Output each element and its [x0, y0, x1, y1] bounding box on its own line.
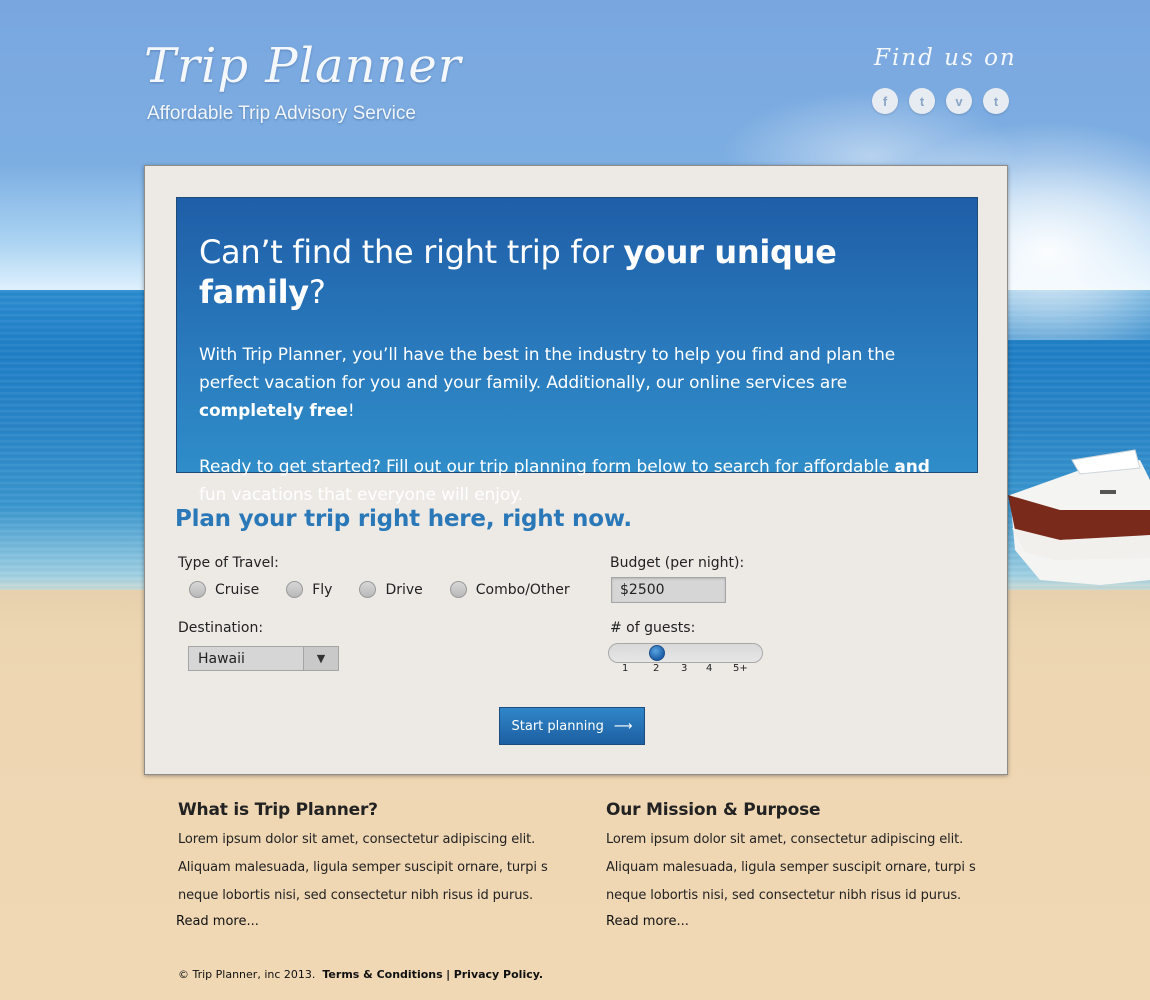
- mission-read-more-link[interactable]: Read more...: [606, 914, 689, 929]
- destination-label: Destination:: [178, 620, 264, 636]
- start-planning-label: Start planning: [511, 718, 604, 734]
- what-is-body: Lorem ipsum dolor sit amet, consectetur …: [178, 832, 548, 903]
- main-panel: Can’t find the right trip for your uniqu…: [144, 165, 1008, 775]
- travel-type-radio-group: Cruise Fly Drive Combo/Other: [189, 581, 597, 598]
- what-is-read-more-link[interactable]: Read more...: [176, 914, 259, 929]
- tumblr-icon[interactable]: t: [983, 88, 1009, 114]
- form-title: Plan your trip right here, right now.: [175, 506, 632, 532]
- radio-combo-other[interactable]: [449, 581, 467, 598]
- radio-drive[interactable]: [359, 581, 377, 598]
- mission-body: Lorem ipsum dolor sit amet, consectetur …: [606, 832, 976, 903]
- vimeo-icon[interactable]: v: [946, 88, 972, 114]
- slider-tick: 5+: [733, 663, 748, 674]
- social-links: f t v t: [872, 88, 1009, 114]
- radio-cruise[interactable]: [189, 581, 206, 598]
- destination-value: Hawaii: [198, 651, 245, 667]
- mission-title: Our Mission & Purpose: [606, 800, 821, 820]
- footer-separator: |: [446, 968, 451, 981]
- guests-slider[interactable]: [608, 643, 763, 663]
- radio-fly[interactable]: [286, 581, 304, 598]
- find-us-label: Find us on: [874, 45, 1017, 71]
- boat-illustration: [1008, 449, 1150, 585]
- brand-tagline: Affordable Trip Advisory Service: [147, 103, 416, 124]
- terms-link[interactable]: Terms & Conditions: [322, 968, 442, 981]
- guests-slider-ticks: 1 2 3 4 5+: [608, 663, 763, 677]
- footer: © Trip Planner, inc 2013. Terms & Condit…: [178, 968, 543, 981]
- twitter-icon[interactable]: t: [909, 88, 935, 114]
- destination-select[interactable]: Hawaii ▼: [188, 646, 339, 671]
- arrow-right-icon: ⟶: [613, 718, 633, 734]
- slider-handle[interactable]: [649, 645, 665, 661]
- slider-tick: 3: [681, 663, 688, 674]
- radio-label-cruise[interactable]: Cruise: [215, 582, 259, 598]
- budget-label: Budget (per night):: [610, 555, 745, 571]
- hero-banner: Can’t find the right trip for your uniqu…: [176, 197, 978, 505]
- hero-paragraph-cta: Ready to get started? Fill out our trip …: [199, 457, 930, 505]
- radio-label-drive[interactable]: Drive: [385, 582, 422, 598]
- privacy-link[interactable]: Privacy Policy.: [454, 968, 543, 981]
- budget-input[interactable]: $2500: [611, 577, 726, 603]
- copyright-text: © Trip Planner, inc 2013.: [178, 968, 316, 981]
- slider-tick: 2: [653, 663, 660, 674]
- brand-title[interactable]: Trip Planner: [144, 38, 462, 94]
- travel-type-label: Type of Travel:: [178, 555, 279, 571]
- hero-paragraph-intro: With Trip Planner, you’ll have the best …: [199, 345, 896, 421]
- radio-label-fly[interactable]: Fly: [312, 582, 332, 598]
- what-is-title: What is Trip Planner?: [178, 800, 378, 820]
- radio-label-combo-other[interactable]: Combo/Other: [476, 582, 570, 598]
- chevron-down-icon[interactable]: ▼: [303, 647, 338, 670]
- facebook-icon[interactable]: f: [872, 88, 898, 114]
- start-planning-button[interactable]: Start planning ⟶: [499, 707, 645, 745]
- guests-label: # of guests:: [610, 620, 696, 636]
- hero-headline: Can’t find the right trip for your uniqu…: [199, 233, 837, 311]
- slider-tick: 1: [622, 663, 629, 674]
- slider-tick: 4: [706, 663, 713, 674]
